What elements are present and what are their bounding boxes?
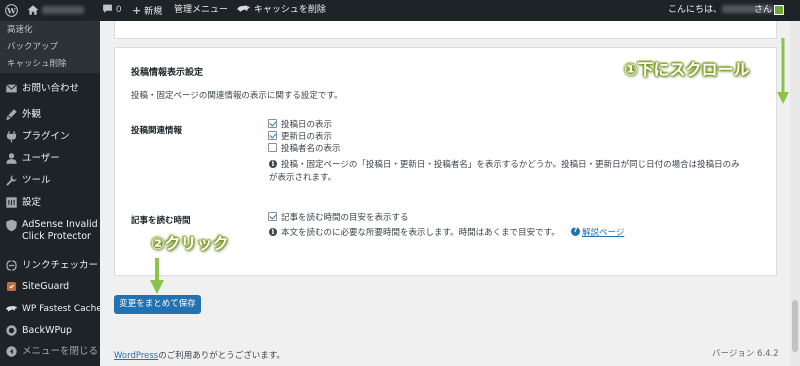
sidebar-submenu: 高速化 バックアップ キャッシュ削除	[0, 21, 100, 73]
comment-count: 0	[115, 5, 122, 15]
plus-icon: +	[132, 4, 142, 17]
sidebar-item-users[interactable]: ユーザー	[0, 149, 100, 169]
show-reading-time-label[interactable]: 記事を読む時間の目安を表示する	[281, 211, 409, 223]
submenu-item-speedup[interactable]: 高速化	[7, 23, 33, 35]
plugin-icon	[6, 131, 17, 143]
post-info-label: 投稿関連情報	[131, 126, 183, 136]
show-post-date-label[interactable]: 投稿日の表示	[281, 118, 332, 130]
wrench-icon	[6, 175, 17, 186]
help-page-link[interactable]: 解説ページ	[582, 226, 624, 238]
greeting-suffix: さん	[754, 5, 773, 15]
sidebar-item-contact[interactable]: お問い合わせ	[0, 79, 100, 99]
post-info-help-line2: が表示されます。	[269, 173, 337, 183]
cheetah-icon	[5, 305, 18, 312]
settings-icon	[6, 197, 17, 208]
new-label: 新規	[144, 7, 163, 17]
admin-sidebar: 高速化 バックアップ キャッシュ削除 お問い合わせ 外観 プラグイン ユーザー …	[0, 21, 102, 366]
submenu-item-cache-clear[interactable]: キャッシュ削除	[7, 57, 67, 69]
show-reading-time-checkbox[interactable]	[268, 212, 277, 221]
brush-icon	[6, 109, 17, 120]
admin-bar: W 0 + 新規 管理メニュー キャッシュを削除 こんにちは、 さん	[0, 0, 800, 21]
new-content-link[interactable]: + 新規	[132, 0, 162, 21]
post-info-help-line1: 投稿・固定ページの「投稿日・更新日・投稿者名」を表示するかどうか。投稿日・更新日…	[281, 160, 740, 170]
footer-version: バージョン 6.4.2	[712, 349, 779, 359]
reading-time-help: 本文を読むのに必要な所要時間を表示します。時間はあくまで目安です。	[281, 228, 560, 238]
help-question-icon[interactable]	[571, 226, 580, 236]
show-author-checkbox[interactable]	[268, 143, 277, 152]
comment-icon	[103, 4, 112, 13]
click-arrow-icon	[150, 258, 164, 294]
sidebar-item-link-checker[interactable]: リンクチェッカー	[0, 256, 100, 276]
submenu-item-backup[interactable]: バックアップ	[7, 40, 58, 52]
annotation-click: ②クリック	[151, 234, 229, 253]
user-icon	[6, 153, 17, 164]
site-home-icon[interactable]	[27, 0, 39, 21]
shield-icon	[6, 219, 17, 232]
sidebar-item-siteguard[interactable]: SiteGuard	[0, 277, 100, 297]
scrollbar-thumb[interactable]	[792, 300, 798, 352]
clear-cache-link[interactable]: キャッシュを削除	[236, 0, 326, 21]
collapse-icon	[6, 346, 17, 357]
show-updated-date-checkbox[interactable]	[268, 131, 277, 140]
avatar[interactable]	[774, 0, 784, 21]
info-icon	[269, 159, 277, 168]
footer-thanks: WordPressのご利用ありがとうございます。	[114, 351, 285, 361]
show-post-date-checkbox[interactable]	[268, 119, 277, 128]
annotation-scroll-down: ①下にスクロール	[624, 60, 750, 79]
sidebar-item-settings[interactable]: 設定	[0, 193, 100, 213]
wordpress-link[interactable]: WordPress	[114, 351, 158, 361]
sidebar-item-appearance[interactable]: 外観	[0, 105, 100, 125]
scroll-arrow-icon	[777, 38, 789, 104]
sidebar-item-backwpup[interactable]: BackWPup	[0, 321, 100, 341]
admin-menu-link[interactable]: 管理メニュー	[174, 0, 228, 21]
sidebar-item-plugins[interactable]: プラグイン	[0, 127, 100, 147]
wordpress-logo-icon[interactable]: W	[5, 0, 18, 21]
siteguard-icon	[6, 281, 17, 292]
mail-icon	[5, 84, 18, 93]
previous-section-card	[114, 21, 777, 39]
info-icon	[269, 227, 277, 236]
save-all-button[interactable]: 変更をまとめて保存	[114, 295, 201, 314]
link-icon	[6, 260, 17, 271]
clear-cache-label: キャッシュを削除	[253, 5, 326, 15]
sidebar-item-wp-fastest-cache[interactable]: WP Fastest Cache	[0, 299, 102, 319]
sidebar-item-tools[interactable]: ツール	[0, 171, 100, 191]
site-name-blurred[interactable]	[42, 0, 84, 21]
show-updated-date-label[interactable]: 更新日の表示	[281, 130, 332, 142]
cheetah-icon	[237, 5, 250, 12]
svg-text:W: W	[6, 6, 16, 15]
show-author-label[interactable]: 投稿者名の表示	[281, 142, 341, 154]
sidebar-item-adsense-protector[interactable]: AdSense Invalid Click Protector	[0, 216, 100, 244]
comments-link[interactable]: 0	[102, 0, 122, 21]
sidebar-collapse-button[interactable]: メニューを閉じる	[0, 342, 100, 362]
section-description: 投稿・固定ページの関連情報の表示に関する設定です。	[131, 91, 343, 101]
backwpup-icon	[6, 325, 17, 336]
section-title: 投稿情報表示設定	[131, 68, 204, 78]
reading-time-label: 記事を読む時間	[131, 216, 191, 226]
